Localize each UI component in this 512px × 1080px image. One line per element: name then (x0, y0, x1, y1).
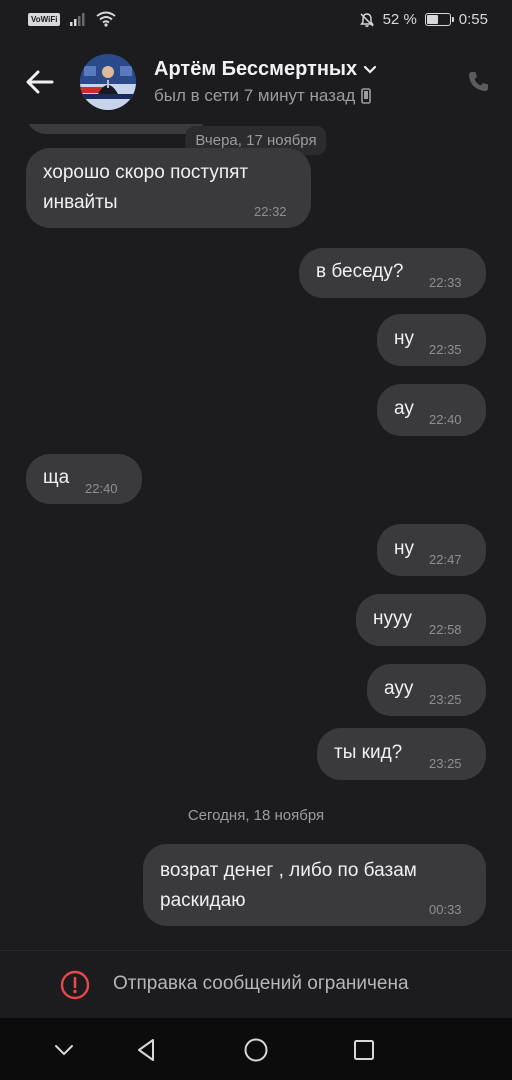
message-time: 22:32 (254, 204, 287, 219)
message-text: раскидаю (160, 890, 246, 911)
message-bubble-outgoing[interactable]: ты кид? 23:25 (317, 728, 486, 780)
message-time: 22:40 (429, 412, 462, 427)
contact-name[interactable]: Артём Бессмертных (154, 58, 377, 81)
message-bubble-incoming[interactable]: ща 22:40 (26, 454, 142, 504)
composer-bar: Отправка сообщений ограничена (0, 950, 512, 1019)
message-text: ну (394, 328, 414, 349)
wifi-icon (96, 11, 117, 27)
message-time: 22:58 (429, 622, 462, 637)
message-time: 23:25 (429, 756, 462, 771)
date-separator-yesterday: Вчера, 17 ноября (185, 126, 327, 155)
message-time: 23:25 (429, 692, 462, 707)
chevron-down-icon (364, 65, 377, 74)
message-text: нууу (373, 608, 412, 629)
date-label: Сегодня, 18 ноября (187, 807, 325, 824)
message-bubble-outgoing[interactable]: ау 22:40 (377, 384, 486, 436)
last-seen-text: был в сети 7 минут назад (154, 86, 356, 105)
call-button[interactable] (462, 66, 494, 98)
bell-muted-icon (359, 12, 374, 27)
battery-icon (424, 13, 454, 26)
message-bubble-outgoing[interactable]: ну 22:35 (377, 314, 486, 366)
message-bubble-outgoing[interactable]: ауу 23:25 (367, 664, 486, 716)
clock: 0:55 (458, 11, 488, 28)
message-time: 22:40 (85, 481, 118, 496)
chat-header: Артём Бессмертных был в сети 7 минут наз… (0, 44, 512, 124)
message-text: ну (394, 538, 414, 559)
battery-fill (426, 15, 438, 24)
message-text: ауу (384, 678, 414, 699)
nav-hide-button[interactable] (48, 1034, 80, 1066)
mobile-device-icon (361, 88, 372, 104)
message-time: 22:35 (429, 342, 462, 357)
message-bubble-outgoing[interactable]: нууу 22:58 (356, 594, 486, 646)
message-bubble-incoming[interactable]: хорошо скоро поступят инвайты 22:32 (26, 148, 311, 228)
message-time: 22:47 (429, 552, 462, 567)
message-bubble-outgoing[interactable]: в беседу? 22:33 (299, 248, 486, 298)
system-navigation-bar (0, 1018, 512, 1080)
warning-circle-icon (60, 970, 90, 1000)
square-recents-icon (354, 1040, 374, 1060)
nav-back-button[interactable] (130, 1034, 162, 1066)
avatar[interactable] (80, 54, 136, 110)
arrow-left-icon (26, 70, 54, 94)
message-time: 22:33 (429, 275, 462, 290)
message-bubble-partial[interactable] (26, 124, 206, 134)
triangle-back-icon (138, 1039, 154, 1061)
date-separator-today: Сегодня, 18 ноября (188, 807, 324, 824)
avatar-image (80, 54, 136, 110)
status-bar: VoWiFi 52 % 0:55 (0, 0, 512, 44)
circle-home-icon (244, 1038, 268, 1062)
chevron-down-icon (55, 1045, 73, 1056)
vowifi-badge: VoWiFi (28, 12, 61, 26)
message-bubble-outgoing[interactable]: ну 22:47 (377, 524, 486, 576)
message-text: в беседу? (316, 261, 404, 282)
nav-home-button[interactable] (240, 1034, 272, 1066)
contact-name-text: Артём Бессмертных (154, 58, 358, 80)
phone-icon (469, 72, 488, 91)
message-time: 00:33 (429, 902, 462, 917)
message-text: ща (43, 467, 70, 488)
message-text: ау (394, 398, 414, 419)
battery-percent: 52 % (382, 11, 417, 28)
restriction-text: Отправка сообщений ограничена (113, 973, 409, 994)
message-text: возрат денег , либо по базам (160, 860, 417, 881)
message-text: хорошо скоро поступят (43, 162, 249, 183)
nav-recents-button[interactable] (348, 1034, 380, 1066)
message-text: инвайты (43, 192, 118, 213)
signal-icon (70, 13, 85, 26)
contact-status: был в сети 7 минут назад (154, 86, 372, 106)
back-button[interactable] (22, 64, 58, 100)
message-list[interactable]: Вчера, 17 ноября хорошо скоро поступят и… (0, 124, 512, 950)
message-bubble-outgoing[interactable]: возрат денег , либо по базам раскидаю 00… (143, 844, 486, 926)
message-text: ты кид? (334, 742, 403, 763)
